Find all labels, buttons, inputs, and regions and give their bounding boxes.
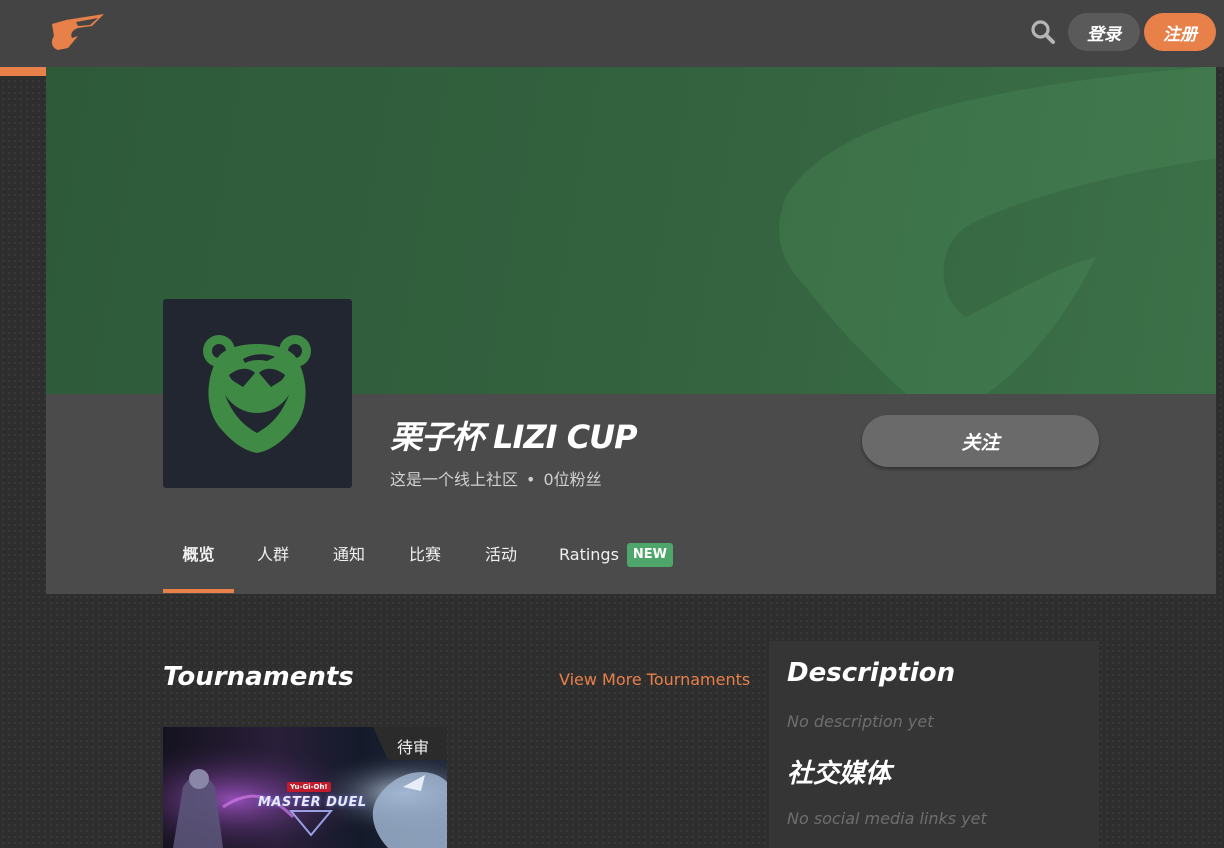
community-type: 这是一个线上社区 (390, 470, 519, 489)
tab-events[interactable]: 活动 (481, 530, 521, 590)
tab-label: 比赛 (408, 545, 441, 564)
view-more-tournaments-link[interactable]: View More Tournaments (559, 670, 750, 689)
active-tab-indicator (163, 589, 234, 593)
follow-button[interactable]: 关注 (862, 415, 1099, 467)
tab-ratings[interactable]: Ratings NEW (559, 530, 674, 590)
top-navigation-bar: 登录 注册 (0, 0, 1224, 67)
login-button[interactable]: 登录 (1068, 13, 1140, 51)
community-avatar (163, 299, 352, 488)
search-icon[interactable] (1030, 19, 1056, 45)
tab-overview[interactable]: 概览 (163, 530, 234, 590)
community-name: 栗子杯 LIZI CUP (390, 418, 638, 456)
site-logo-icon[interactable] (48, 12, 108, 52)
follower-count: 0位粉丝 (543, 470, 602, 489)
banner-watermark-logo-icon (779, 67, 1216, 394)
tab-label: Ratings (559, 545, 619, 564)
description-empty-text: No description yet (787, 712, 934, 731)
game-logo: MASTER DUEL (258, 795, 367, 810)
tournaments-heading: Tournaments (163, 662, 354, 692)
tab-label: 通知 (332, 545, 365, 564)
tab-label: 人群 (256, 545, 289, 564)
tab-people[interactable]: 人群 (253, 530, 293, 590)
meta-separator: • (526, 470, 536, 489)
game-logo-small: Yu-Gi-Oh! (287, 782, 331, 792)
social-media-empty-text: No social media links yet (787, 809, 987, 828)
new-badge: NEW (626, 543, 674, 567)
status-label: 待审 (396, 738, 429, 757)
description-heading: Description (787, 658, 956, 688)
register-button[interactable]: 注册 (1144, 13, 1216, 51)
tab-tournaments[interactable]: 比赛 (405, 530, 445, 590)
bear-logo-icon (203, 335, 311, 453)
community-meta: 这是一个线上社区 • 0位粉丝 (390, 466, 602, 490)
social-media-heading: 社交媒体 (787, 759, 892, 789)
tab-label: 活动 (484, 545, 517, 564)
tournament-card[interactable]: Yu-Gi-Oh! MASTER DUEL 待审 (163, 727, 447, 848)
tab-notifications[interactable]: 通知 (329, 530, 369, 590)
tab-label: 概览 (182, 545, 215, 564)
